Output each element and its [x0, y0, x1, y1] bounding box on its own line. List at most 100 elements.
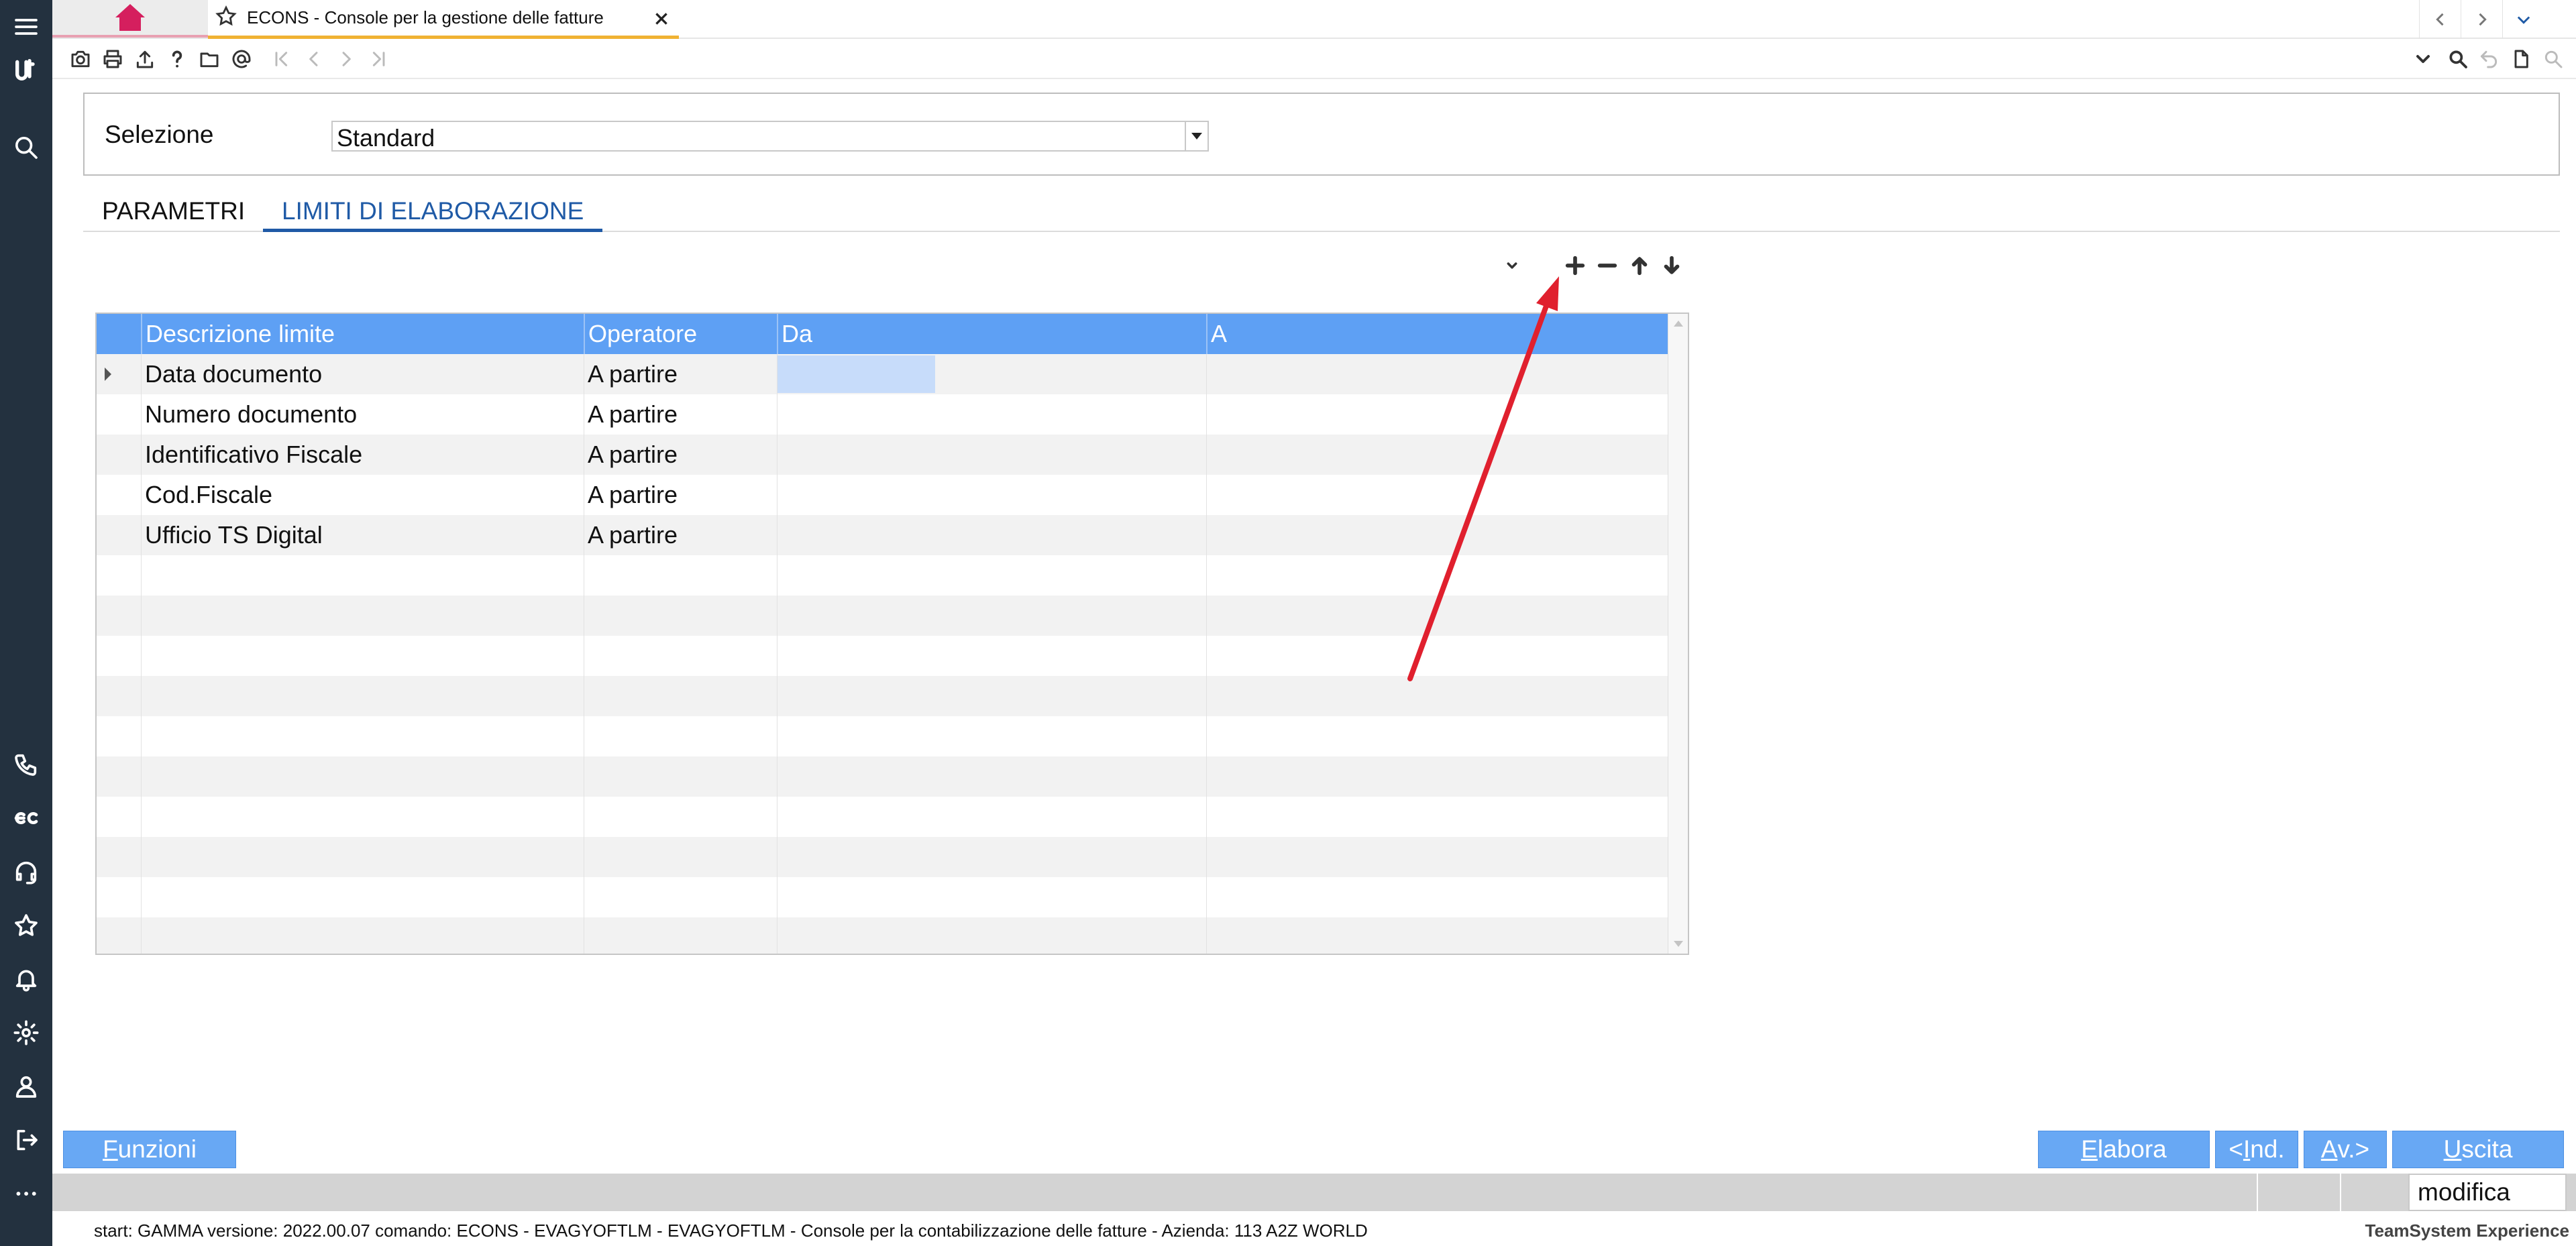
selezione-select[interactable]: Standard	[331, 121, 1209, 152]
tab-scroll-left-icon[interactable]	[2419, 0, 2461, 39]
cell-da[interactable]	[777, 515, 1206, 555]
cell-operatore[interactable]: A partire	[584, 435, 777, 475]
search-icon[interactable]	[0, 127, 52, 168]
column-header-operatore[interactable]: Operatore	[584, 314, 777, 354]
empty-cell	[777, 555, 1206, 596]
star-icon[interactable]	[0, 905, 52, 946]
favorite-star-icon[interactable]	[208, 5, 237, 31]
empty-cell	[777, 756, 1206, 797]
upload-icon[interactable]	[131, 46, 158, 72]
ec-logo-icon[interactable]	[0, 798, 52, 838]
table-row[interactable]: Data documento A partire	[97, 354, 1668, 394]
funzioni-button[interactable]: Funzioni	[63, 1131, 236, 1168]
first-icon[interactable]	[268, 46, 295, 72]
prev-icon[interactable]	[301, 46, 327, 72]
table-row[interactable]: Cod.Fiscale A partire	[97, 475, 1668, 515]
table-row[interactable]: Numero documento A partire	[97, 394, 1668, 435]
at-icon[interactable]	[228, 46, 255, 72]
tab-scroll-right-icon[interactable]	[2461, 0, 2502, 39]
cell-operatore[interactable]: A partire	[584, 394, 777, 435]
column-header-descrizione[interactable]: Descrizione limite	[141, 314, 584, 354]
scroll-down-icon[interactable]	[1674, 941, 1683, 947]
empty-cell	[777, 676, 1206, 716]
empty-cell	[1206, 837, 1668, 877]
cell-da[interactable]	[777, 475, 1206, 515]
grid-header: Descrizione limite Operatore Da A	[97, 314, 1668, 354]
footer: start: GAMMA versione: 2022.00.07 comand…	[52, 1215, 2576, 1246]
new-document-icon[interactable]	[2508, 46, 2534, 72]
more-icon[interactable]	[0, 1174, 52, 1214]
table-row[interactable]: Identificativo Fiscale A partire	[97, 435, 1668, 475]
arrow-down-icon[interactable]	[1657, 251, 1686, 280]
cell-da[interactable]	[777, 435, 1206, 475]
elabora-button-hotkey: E	[2081, 1135, 2098, 1163]
user-icon[interactable]	[0, 1066, 52, 1107]
uscita-button[interactable]: Uscita	[2392, 1131, 2564, 1168]
indietro-button-label: nd.	[2250, 1135, 2285, 1163]
tab-list-chevron-icon[interactable]	[2502, 0, 2544, 39]
column-header-a[interactable]: A	[1206, 314, 1668, 354]
cell-a[interactable]	[1206, 475, 1668, 515]
table-row[interactable]: Ufficio TS Digital A partire	[97, 515, 1668, 555]
empty-cell	[584, 877, 777, 917]
help-icon[interactable]	[164, 46, 191, 72]
cell-da[interactable]	[777, 394, 1206, 435]
cell-a[interactable]	[1206, 515, 1668, 555]
last-icon[interactable]	[365, 46, 392, 72]
selezione-label: Selezione	[105, 121, 214, 148]
cell-operatore[interactable]: A partire	[584, 475, 777, 515]
cell-a[interactable]	[1206, 435, 1668, 475]
empty-cell	[584, 596, 777, 636]
scroll-up-icon[interactable]	[1674, 321, 1683, 327]
toolbar	[52, 39, 2576, 79]
zoom-icon[interactable]	[2445, 46, 2471, 72]
cell-da[interactable]	[777, 354, 1206, 394]
next-icon[interactable]	[333, 46, 360, 72]
cell-descrizione[interactable]: Ufficio TS Digital	[141, 515, 584, 555]
logout-icon[interactable]	[0, 1120, 52, 1160]
camera-icon[interactable]	[67, 46, 94, 72]
tab-limiti-di-elaborazione[interactable]: LIMITI DI ELABORAZIONE	[263, 194, 603, 232]
gear-icon[interactable]	[0, 1013, 52, 1053]
toolbar-chevron-down-icon[interactable]	[2410, 46, 2436, 72]
close-tab-icon[interactable]	[649, 7, 674, 31]
cell-operatore[interactable]: A partire	[584, 515, 777, 555]
home-tab[interactable]	[52, 0, 208, 38]
document-tab-title: ECONS - Console per la gestione delle fa…	[247, 7, 604, 27]
funzioni-button-label: unzioni	[117, 1135, 197, 1163]
undo-icon[interactable]	[2475, 46, 2502, 72]
headset-icon[interactable]	[0, 852, 52, 892]
folder-icon[interactable]	[196, 46, 223, 72]
minus-icon[interactable]	[1593, 251, 1622, 280]
cell-descrizione[interactable]: Cod.Fiscale	[141, 475, 584, 515]
bell-icon[interactable]	[0, 959, 52, 999]
menu-icon[interactable]	[0, 7, 52, 47]
cell-descrizione[interactable]: Numero documento	[141, 394, 584, 435]
cell-a[interactable]	[1206, 354, 1668, 394]
print-icon[interactable]	[99, 46, 126, 72]
elabora-button[interactable]: Elabora	[2038, 1131, 2210, 1168]
avanti-button-hotkey: A	[2320, 1135, 2338, 1163]
grid-vertical-scrollbar[interactable]	[1668, 314, 1688, 954]
empty-row	[97, 797, 1668, 837]
indietro-button[interactable]: < Ind.	[2215, 1131, 2298, 1168]
phone-icon[interactable]	[0, 744, 52, 785]
document-tab[interactable]: ECONS - Console per la gestione delle fa…	[208, 0, 679, 39]
plus-icon[interactable]	[1560, 251, 1590, 280]
tab-parametri[interactable]: PARAMETRI	[83, 194, 264, 232]
cell-a[interactable]	[1206, 394, 1668, 435]
empty-cell	[584, 756, 777, 797]
empty-cell	[1206, 555, 1668, 596]
cell-operatore[interactable]: A partire	[584, 354, 777, 394]
chevron-down-icon[interactable]	[1497, 251, 1527, 280]
column-header-da[interactable]: Da	[777, 314, 1206, 354]
cell-descrizione[interactable]: Data documento	[141, 354, 584, 394]
empty-cell	[584, 555, 777, 596]
empty-cell	[141, 917, 584, 954]
empty-cell	[141, 797, 584, 837]
cell-descrizione[interactable]: Identificativo Fiscale	[141, 435, 584, 475]
dropdown-arrow-icon[interactable]	[1185, 122, 1208, 150]
search-disabled-icon[interactable]	[2540, 46, 2567, 72]
avanti-button[interactable]: Av.>	[2304, 1131, 2387, 1168]
arrow-up-icon[interactable]	[1625, 251, 1654, 280]
